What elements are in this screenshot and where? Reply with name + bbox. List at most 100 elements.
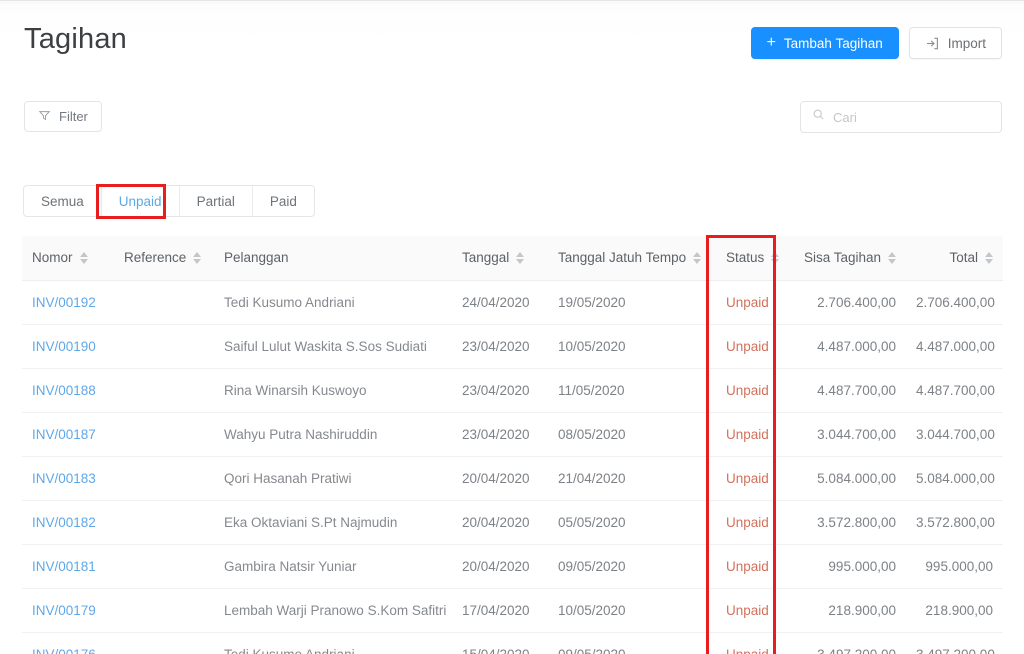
cell-nomor[interactable]: INV/00179 xyxy=(22,588,114,633)
cell-pelanggan: Gambira Natsir Yuniar xyxy=(214,544,452,589)
invoice-link[interactable]: INV/00192 xyxy=(32,295,96,310)
cell-tanggal-jatuh-tempo: 05/05/2020 xyxy=(548,500,716,545)
cell-reference xyxy=(114,280,214,325)
table-row[interactable]: INV/00179 Lembah Warji Pranowo S.Kom Safi… xyxy=(22,588,1003,633)
invoice-link[interactable]: INV/00179 xyxy=(32,603,96,618)
column-label: Status xyxy=(726,250,765,266)
tab-paid[interactable]: Paid xyxy=(253,186,314,216)
import-label: Import xyxy=(947,35,986,51)
cell-nomor[interactable]: INV/00181 xyxy=(22,544,114,589)
table-row[interactable]: INV/00192 Tedi Kusumo Andriani 24/04/2020 1… xyxy=(22,280,1003,325)
table-row[interactable]: INV/00187 Wahyu Putra Nashiruddin 23/04/20… xyxy=(22,412,1003,457)
cell-sisa-tagihan: 5.084.000,00 xyxy=(796,456,906,501)
cell-pelanggan: Eka Oktaviani S.Pt Najmudin xyxy=(214,500,452,545)
import-button[interactable]: Import xyxy=(908,27,1002,59)
cell-nomor[interactable]: INV/00188 xyxy=(22,368,114,413)
cell-nomor[interactable]: INV/00187 xyxy=(22,412,114,457)
invoice-link[interactable]: INV/00176 xyxy=(32,647,96,654)
cell-tanggal: 23/04/2020 xyxy=(452,368,548,413)
cell-sisa-tagihan: 3.497.200,00 xyxy=(796,632,906,654)
table-header: Nomor Reference Pelanggan Tanggal Tangga… xyxy=(22,236,1003,281)
column-header-reference[interactable]: Reference xyxy=(114,236,214,281)
column-label: Sisa Tagihan xyxy=(803,250,881,266)
sort-icon[interactable] xyxy=(888,251,896,264)
cell-reference xyxy=(114,456,214,501)
cell-nomor[interactable]: INV/00176 xyxy=(22,632,114,654)
cell-total: 995.000,00 xyxy=(906,544,1003,589)
filter-label: Filter xyxy=(59,109,88,124)
cell-status: Unpaid xyxy=(716,632,796,654)
add-tagihan-label: Tambah Tagihan xyxy=(783,35,883,51)
invoice-link[interactable]: INV/00181 xyxy=(32,559,96,574)
cell-reference xyxy=(114,544,214,589)
cell-status: Unpaid xyxy=(716,500,796,545)
table-body: INV/00192 Tedi Kusumo Andriani 24/04/2020 1… xyxy=(22,280,1003,654)
cell-sisa-tagihan: 218.900,00 xyxy=(796,588,906,633)
filter-button[interactable]: Filter xyxy=(24,101,102,132)
cell-pelanggan: Wahyu Putra Nashiruddin xyxy=(214,412,452,457)
cell-tanggal: 15/04/2020 xyxy=(452,632,548,654)
table-row[interactable]: INV/00182 Eka Oktaviani S.Pt Najmudin 20/0… xyxy=(22,500,1003,545)
cell-tanggal: 24/04/2020 xyxy=(452,280,548,325)
invoice-link[interactable]: INV/00190 xyxy=(32,339,96,354)
column-label: Nomor xyxy=(32,250,73,266)
invoice-link[interactable]: INV/00187 xyxy=(32,427,96,442)
add-tagihan-button[interactable]: + Tambah Tagihan xyxy=(750,27,899,59)
column-label: Tanggal xyxy=(462,250,510,266)
sort-icon[interactable] xyxy=(985,251,993,264)
table-row[interactable]: INV/00181 Gambira Natsir Yuniar 20/04/2020… xyxy=(22,544,1003,589)
invoice-link[interactable]: INV/00188 xyxy=(32,383,96,398)
cell-nomor[interactable]: INV/00182 xyxy=(22,500,114,545)
cell-pelanggan: Saiful Lulut Waskita S.Sos Sudiati xyxy=(214,324,452,369)
cell-sisa-tagihan: 4.487.000,00 xyxy=(796,324,906,369)
column-header-tanggal-jatuh-tempo[interactable]: Tanggal Jatuh Tempo xyxy=(548,236,716,281)
sort-icon[interactable] xyxy=(771,251,780,264)
tagihan-table-container: Nomor Reference Pelanggan Tanggal Tangga… xyxy=(22,236,1003,654)
table-row[interactable]: INV/00190 Saiful Lulut Waskita S.Sos Sudi… xyxy=(22,324,1003,369)
filter-toolbar: Filter xyxy=(24,101,1002,133)
cell-status: Unpaid xyxy=(716,544,796,589)
cell-pelanggan: Lembah Warji Pranowo S.Kom Safitri xyxy=(214,588,452,633)
cell-status: Unpaid xyxy=(716,588,796,633)
sort-icon[interactable] xyxy=(79,251,88,264)
cell-reference xyxy=(114,368,214,413)
sort-icon[interactable] xyxy=(193,251,202,264)
tab-partial[interactable]: Partial xyxy=(180,186,253,216)
table-row[interactable]: INV/00183 Qori Hasanah Pratiwi 20/04/2020 2… xyxy=(22,456,1003,501)
cell-status: Unpaid xyxy=(716,456,796,501)
column-label: Tanggal Jatuh Tempo xyxy=(558,250,687,266)
invoice-link[interactable]: INV/00183 xyxy=(32,471,96,486)
cell-nomor[interactable]: INV/00183 xyxy=(22,456,114,501)
search-box[interactable] xyxy=(800,101,1002,133)
column-header-status[interactable]: Status xyxy=(716,236,796,281)
cell-total: 3.572.800,00 xyxy=(906,500,1003,545)
cell-tanggal-jatuh-tempo: 11/05/2020 xyxy=(548,368,716,413)
cell-tanggal-jatuh-tempo: 09/05/2020 xyxy=(548,632,716,654)
search-input[interactable] xyxy=(833,109,990,125)
table-row[interactable]: INV/00188 Rina Winarsih Kuswoyo 23/04/2020… xyxy=(22,368,1003,413)
column-header-total[interactable]: Total xyxy=(906,236,1003,281)
column-header-sisa-tagihan[interactable]: Sisa Tagihan xyxy=(796,236,906,281)
cell-pelanggan: Tedi Kusumo Andriani xyxy=(214,632,452,654)
tab-semua[interactable]: Semua xyxy=(24,186,102,216)
cell-total: 2.706.400,00 xyxy=(906,280,1003,325)
cell-reference xyxy=(114,324,214,369)
column-header-nomor[interactable]: Nomor xyxy=(22,236,114,281)
column-header-tanggal[interactable]: Tanggal xyxy=(452,236,548,281)
table-row[interactable]: INV/00176 Tedi Kusumo Andriani 15/04/2020 0… xyxy=(22,632,1003,654)
cell-nomor[interactable]: INV/00190 xyxy=(22,324,114,369)
cell-nomor[interactable]: INV/00192 xyxy=(22,280,114,325)
cell-status: Unpaid xyxy=(716,280,796,325)
cell-reference xyxy=(114,500,214,545)
cell-total: 3.497.200,00 xyxy=(906,632,1003,654)
sort-icon[interactable] xyxy=(516,251,525,264)
cell-tanggal: 20/04/2020 xyxy=(452,544,548,589)
tab-unpaid[interactable]: Unpaid xyxy=(102,186,180,216)
tagihan-table: Nomor Reference Pelanggan Tanggal Tangga… xyxy=(22,236,1003,654)
column-header-pelanggan[interactable]: Pelanggan xyxy=(214,236,452,281)
invoice-link[interactable]: INV/00182 xyxy=(32,515,96,530)
cell-total: 4.487.700,00 xyxy=(906,368,1003,413)
page-header: Tagihan + Tambah Tagihan Import xyxy=(24,19,1002,67)
sort-icon[interactable] xyxy=(693,251,702,264)
cell-sisa-tagihan: 4.487.700,00 xyxy=(796,368,906,413)
